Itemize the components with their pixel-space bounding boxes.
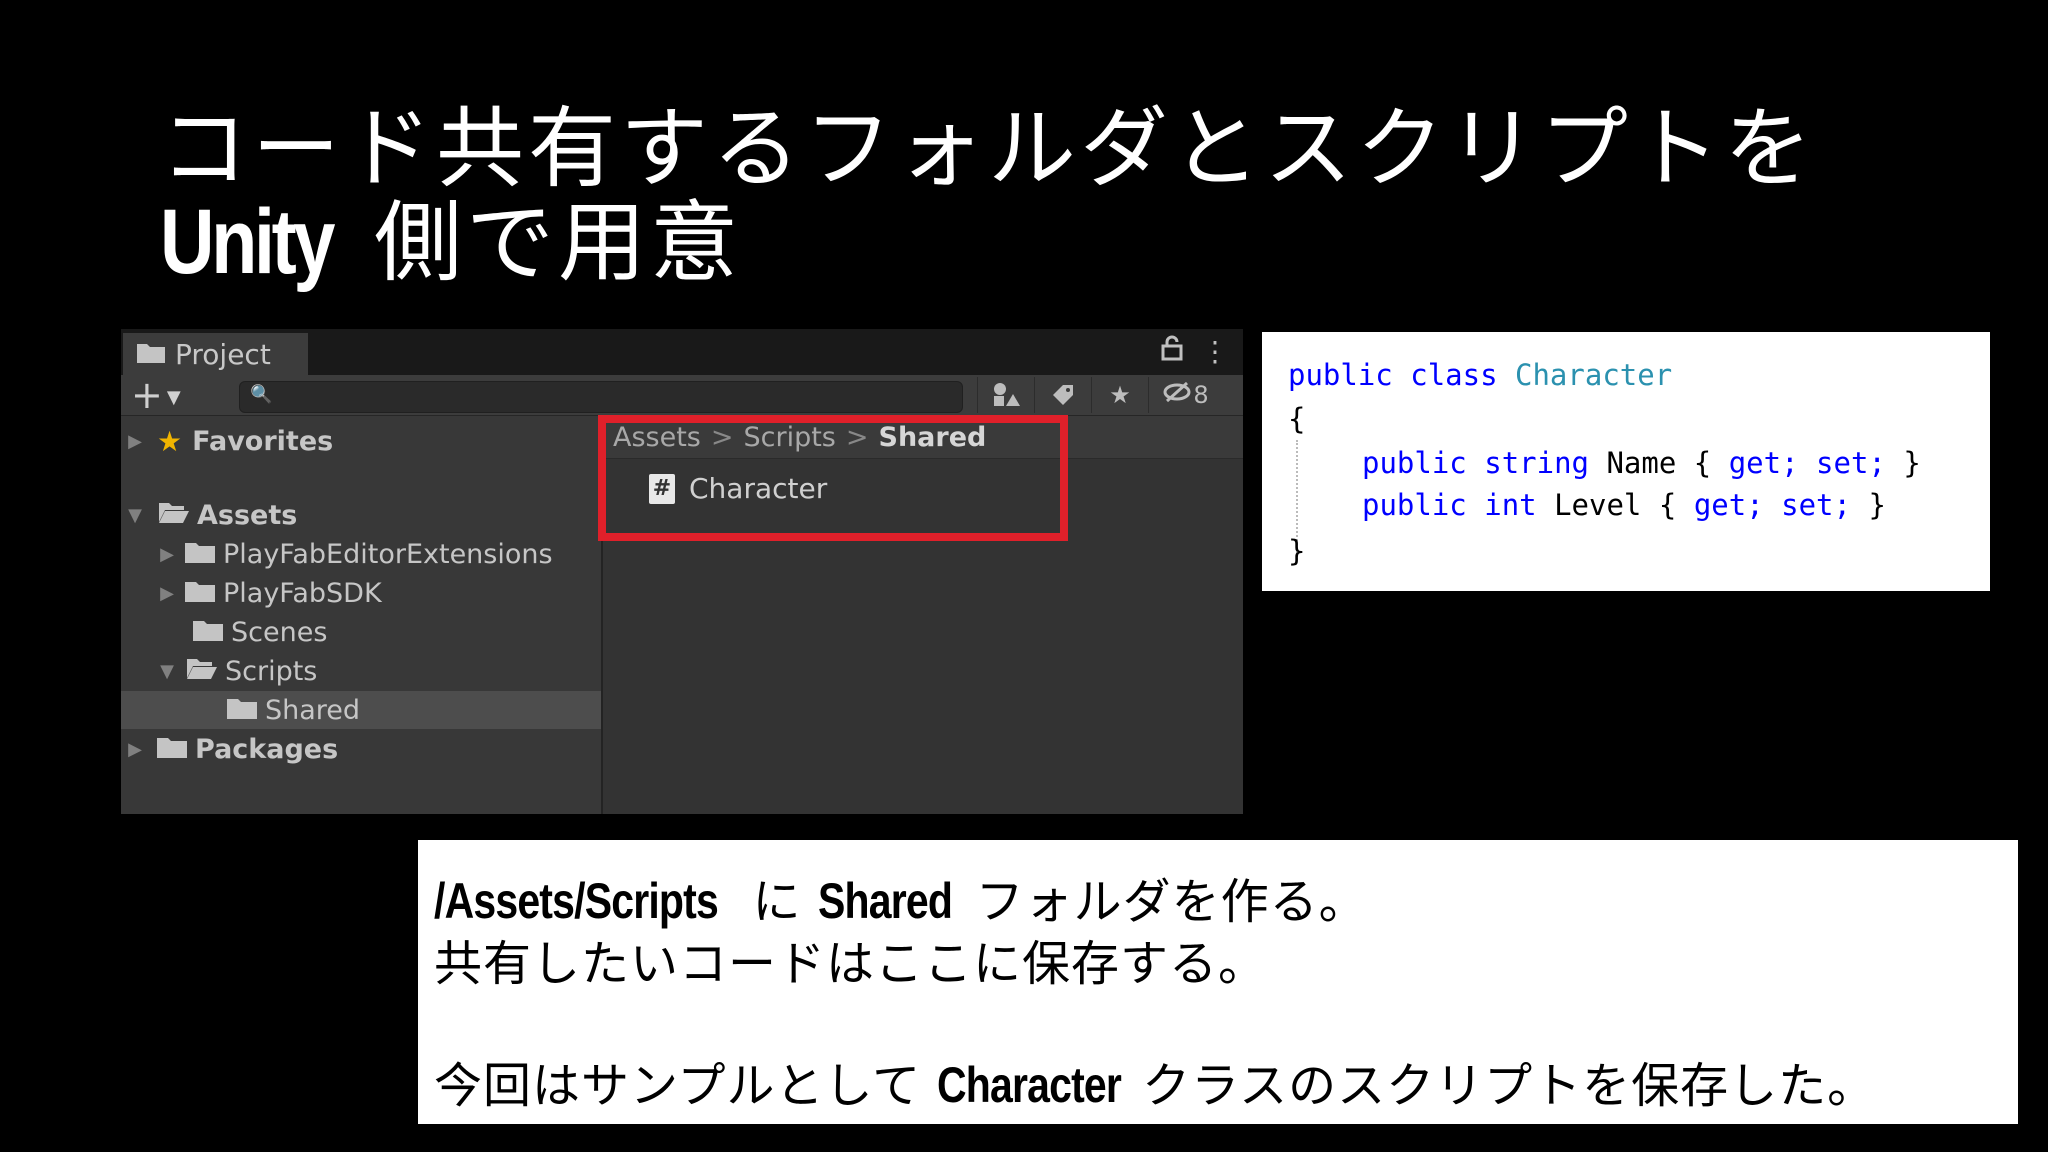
class-name-text: Character — [937, 1057, 1122, 1113]
expand-arrow-icon[interactable]: ▶ — [157, 583, 177, 604]
code-line-5: } — [1288, 534, 1306, 568]
code-line-3: public string Name { get; set; } — [1362, 446, 1921, 480]
description-box: /Assets/Scripts に Shared フォルダを作る。 共有したいコ… — [418, 840, 2018, 1124]
code-line-4: public int Level { get; set; } — [1362, 488, 1886, 522]
hidden-count: 8 — [1193, 381, 1209, 409]
folder-icon — [193, 617, 223, 648]
tree-item-scripts[interactable]: ▼ Scripts — [121, 652, 601, 690]
tab-project-label: Project — [175, 337, 271, 371]
tree-item-label: PlayFabEditorExtensions — [223, 538, 553, 570]
description-line-2: 共有したいコードはここに保存する。 — [434, 936, 1268, 992]
tree-item-playfab-editor-extensions[interactable]: ▶ PlayFabEditorExtensions — [121, 535, 601, 573]
tree-item-label: Shared — [265, 694, 361, 726]
lock-icon[interactable] — [1161, 335, 1183, 368]
tree-item-label: Scripts — [225, 655, 318, 687]
tree-item-shared[interactable]: Shared — [121, 691, 601, 729]
tree-item-label: PlayFabSDK — [223, 577, 382, 609]
title-line2-rest: 側で用意 — [373, 191, 742, 294]
description-line-1: /Assets/Scripts に Shared フォルダを作る。 — [434, 862, 1368, 932]
tree-item-playfab-sdk[interactable]: ▶ PlayFabSDK — [121, 574, 601, 612]
tree-item-assets[interactable]: ▼ Assets — [121, 496, 601, 534]
description-line-3: 今回はサンプルとして Character クラスのスクリプトを保存した。 — [434, 1046, 1876, 1116]
path-text: /Assets/Scripts — [434, 873, 719, 929]
open-folder-icon — [185, 656, 217, 687]
favorite-star-icon[interactable]: ★ — [1091, 377, 1148, 413]
tree-item-label: Scenes — [231, 616, 328, 648]
text: 今回はサンプルとして — [434, 1058, 922, 1114]
tree-item-packages[interactable]: ▶ Packages — [121, 730, 601, 768]
tree-item-label: Packages — [195, 733, 339, 765]
folder-icon — [185, 578, 215, 609]
project-folder-tree: ▶ ★ Favorites ▼ Assets ▶ PlayFabEditorEx… — [121, 416, 601, 814]
slide-title-line2: Unity 側で用意 — [160, 172, 742, 299]
code-line-2: { — [1288, 402, 1306, 436]
more-options-icon[interactable]: ⋮ — [1201, 335, 1229, 368]
text: クラスのスクリプトを保存した。 — [1142, 1058, 1877, 1114]
code-snippet-panel: public class Character { public string N… — [1262, 332, 1990, 591]
search-input[interactable]: 🔍 — [239, 381, 963, 413]
search-icon: 🔍 — [250, 384, 273, 405]
tree-item-label: Favorites — [192, 425, 334, 457]
code-line-1: public class Character — [1288, 358, 1673, 392]
highlight-box — [598, 415, 1068, 541]
label-tag-icon[interactable] — [1034, 377, 1091, 413]
hidden-packages-toggle[interactable]: 8 — [1148, 377, 1223, 413]
project-tab-bar: Project ⋮ — [121, 329, 1243, 375]
eye-slash-icon — [1163, 381, 1193, 409]
folder-icon — [137, 341, 165, 367]
star-icon: ★ — [157, 424, 183, 458]
text: に — [752, 874, 802, 930]
expand-arrow-icon[interactable]: ▶ — [125, 739, 145, 760]
folder-icon — [157, 734, 187, 765]
folder-icon — [185, 539, 215, 570]
unity-project-window: Project ⋮ + ▼ 🔍 ★ 8 ▶ ★ Favorites ▼ Asse… — [121, 329, 1243, 814]
project-toolbar: + ▼ 🔍 ★ 8 — [121, 375, 1243, 416]
expand-arrow-icon[interactable]: ▶ — [125, 431, 145, 452]
search-by-type-icon[interactable] — [977, 377, 1034, 413]
tree-item-label: Assets — [197, 499, 298, 531]
tree-item-favorites[interactable]: ▶ ★ Favorites — [121, 422, 601, 460]
expand-arrow-icon[interactable]: ▶ — [157, 544, 177, 565]
title-unity-word: Unity — [160, 191, 335, 293]
text: フォルダを作る。 — [975, 874, 1368, 930]
folder-icon — [227, 695, 257, 726]
collapse-arrow-icon[interactable]: ▼ — [157, 661, 177, 682]
tree-item-scenes[interactable]: Scenes — [121, 613, 601, 651]
chevron-down-icon: ▼ — [166, 386, 181, 408]
open-folder-icon — [157, 500, 189, 531]
tab-project[interactable]: Project — [123, 333, 308, 375]
collapse-arrow-icon[interactable]: ▼ — [125, 505, 145, 526]
create-button[interactable]: + ▼ — [131, 375, 181, 418]
folder-name-text: Shared — [817, 873, 953, 929]
